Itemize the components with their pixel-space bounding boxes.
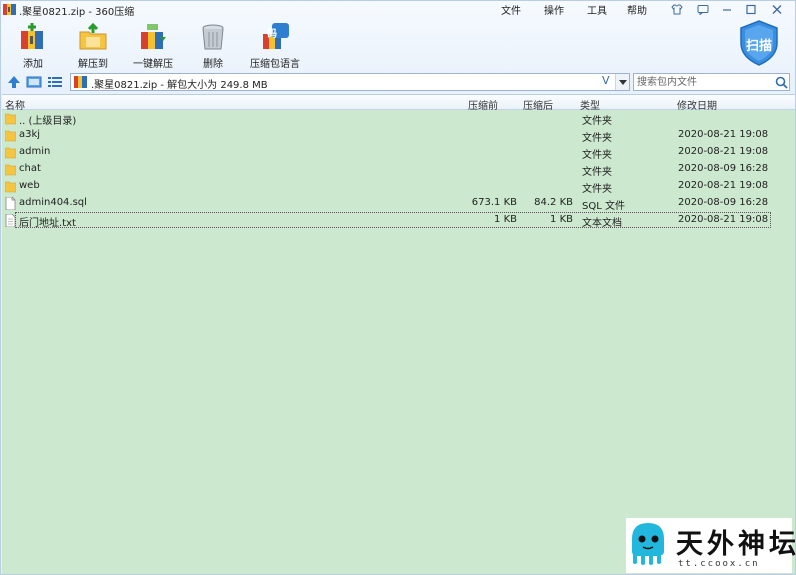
list-item[interactable]: web 文件夹 2020-08-21 19:08 bbox=[2, 178, 795, 195]
archive-path: .聚星0821.zip - 解包大小为 249.8 MB bbox=[91, 80, 268, 91]
file-date: 2020-08-09 16:28 bbox=[678, 163, 769, 174]
add-archive-icon bbox=[21, 23, 43, 49]
file-list: 名称 压缩前 压缩后 类型 修改日期 .. (上级目录) 文件夹 a3kj 文件… bbox=[2, 94, 795, 574]
file-size-before: 673.1 KB bbox=[471, 197, 517, 208]
file-name: chat bbox=[19, 163, 41, 174]
file-name: a3kj bbox=[19, 129, 41, 140]
minimize-icon[interactable] bbox=[718, 2, 736, 16]
up-arrow-icon[interactable] bbox=[6, 74, 22, 90]
chevron-down-icon bbox=[618, 79, 627, 85]
maximize-icon[interactable] bbox=[742, 2, 760, 16]
scan-button[interactable]: 扫描 bbox=[737, 19, 781, 67]
folder-icon bbox=[5, 181, 16, 193]
file-size-before: 1 KB bbox=[494, 214, 517, 225]
archive-language-label: 压缩包语言 bbox=[250, 59, 300, 70]
file-date: 2020-08-21 19:08 bbox=[678, 214, 769, 225]
file-type: 文件夹 bbox=[582, 184, 612, 195]
trash-icon bbox=[202, 24, 224, 50]
file-size-after: 1 KB bbox=[550, 214, 573, 225]
folder-icon bbox=[5, 130, 16, 142]
list-item[interactable]: admin 文件夹 2020-08-21 19:08 bbox=[2, 144, 795, 161]
file-name: admin404.sql bbox=[19, 197, 87, 208]
list-item[interactable]: chat 文件夹 2020-08-09 16:28 bbox=[2, 161, 795, 178]
file-type: 文件夹 bbox=[582, 150, 612, 161]
title-bar: .聚星0821.zip - 360压缩 文件 操作 工具 帮助 bbox=[1, 1, 796, 18]
octopus-logo-icon bbox=[632, 523, 664, 565]
selection-focus-rect bbox=[15, 212, 771, 228]
list-item[interactable]: a3kj 文件夹 2020-08-21 19:08 bbox=[2, 127, 795, 144]
menu-tools[interactable]: 工具 bbox=[587, 2, 607, 17]
menu-operation[interactable]: 操作 bbox=[544, 2, 564, 17]
search-icon[interactable] bbox=[775, 76, 788, 89]
history-button[interactable]: V bbox=[602, 74, 614, 90]
file-name: web bbox=[19, 180, 40, 191]
thumbnail-view-icon[interactable] bbox=[26, 74, 42, 90]
close-icon[interactable] bbox=[768, 2, 786, 16]
add-button[interactable]: 添加 bbox=[5, 20, 61, 70]
file-date: 2020-08-09 16:28 bbox=[678, 197, 769, 208]
list-item[interactable]: .. (上级目录) 文件夹 bbox=[2, 110, 795, 127]
menu-file[interactable]: 文件 bbox=[501, 2, 521, 17]
add-label: 添加 bbox=[23, 59, 43, 70]
one-click-extract-label: 一键解压 bbox=[133, 59, 173, 70]
file-type: 文本文档 bbox=[582, 218, 622, 229]
delete-label: 删除 bbox=[203, 59, 223, 70]
watermark-url: tt.ccoox.cn bbox=[678, 559, 760, 569]
file-date: 2020-08-21 19:08 bbox=[678, 180, 769, 191]
folder-icon bbox=[5, 113, 16, 125]
delete-button[interactable]: 删除 bbox=[185, 20, 241, 70]
file-name: 后门地址.txt bbox=[19, 218, 76, 229]
file-name: .. (上级目录) bbox=[19, 116, 77, 127]
watermark: 天外神坛 tt.ccoox.cn bbox=[626, 518, 796, 573]
file-icon bbox=[5, 197, 16, 210]
text-file-icon bbox=[5, 214, 16, 227]
one-click-extract-button[interactable]: 一键解压 bbox=[125, 20, 181, 70]
address-row: .聚星0821.zip - 解包大小为 249.8 MB V bbox=[1, 72, 796, 92]
menu-help[interactable]: 帮助 bbox=[627, 2, 647, 17]
archive-language-button[interactable]: 码 压缩包语言 bbox=[247, 20, 303, 70]
watermark-name: 天外神坛 bbox=[676, 529, 796, 560]
file-size-after: 84.2 KB bbox=[534, 197, 573, 208]
address-bar[interactable]: .聚星0821.zip - 解包大小为 249.8 MB V bbox=[70, 73, 630, 91]
search-input[interactable] bbox=[637, 75, 773, 89]
file-type: SQL 文件 bbox=[582, 201, 625, 212]
file-date: 2020-08-21 19:08 bbox=[678, 146, 769, 157]
file-date: 2020-08-21 19:08 bbox=[678, 129, 769, 140]
folder-icon bbox=[5, 164, 16, 176]
search-box bbox=[633, 73, 790, 91]
address-dropdown-button[interactable] bbox=[615, 74, 629, 90]
zip-archive-icon bbox=[3, 4, 16, 15]
extract-to-label: 解压到 bbox=[78, 59, 108, 70]
language-badge: 码 bbox=[267, 29, 277, 40]
extract-folder-icon bbox=[79, 22, 107, 50]
file-type: 文件夹 bbox=[582, 116, 612, 127]
list-item[interactable]: admin404.sql 673.1 KB 84.2 KB SQL 文件 202… bbox=[2, 195, 795, 212]
list-item-selected[interactable]: 后门地址.txt 1 KB 1 KB 文本文档 2020-08-21 19:08 bbox=[2, 212, 795, 229]
window-title: .聚星0821.zip - 360压缩 bbox=[19, 7, 135, 18]
extract-to-button[interactable]: 解压到 bbox=[65, 20, 121, 70]
file-name: admin bbox=[19, 146, 51, 157]
app-window: .聚星0821.zip - 360压缩 文件 操作 工具 帮助 添加 解压到 一… bbox=[0, 0, 796, 575]
feedback-icon[interactable] bbox=[694, 2, 712, 16]
file-type: 文件夹 bbox=[582, 133, 612, 144]
list-header: 名称 压缩前 压缩后 类型 修改日期 bbox=[2, 95, 795, 112]
file-type: 文件夹 bbox=[582, 167, 612, 178]
list-view-icon[interactable] bbox=[47, 74, 63, 90]
skin-shirt-icon[interactable] bbox=[668, 2, 686, 16]
folder-icon bbox=[5, 147, 16, 159]
scan-label: 扫描 bbox=[746, 39, 773, 54]
zip-file-icon bbox=[74, 76, 87, 88]
one-click-extract-icon bbox=[141, 24, 166, 49]
